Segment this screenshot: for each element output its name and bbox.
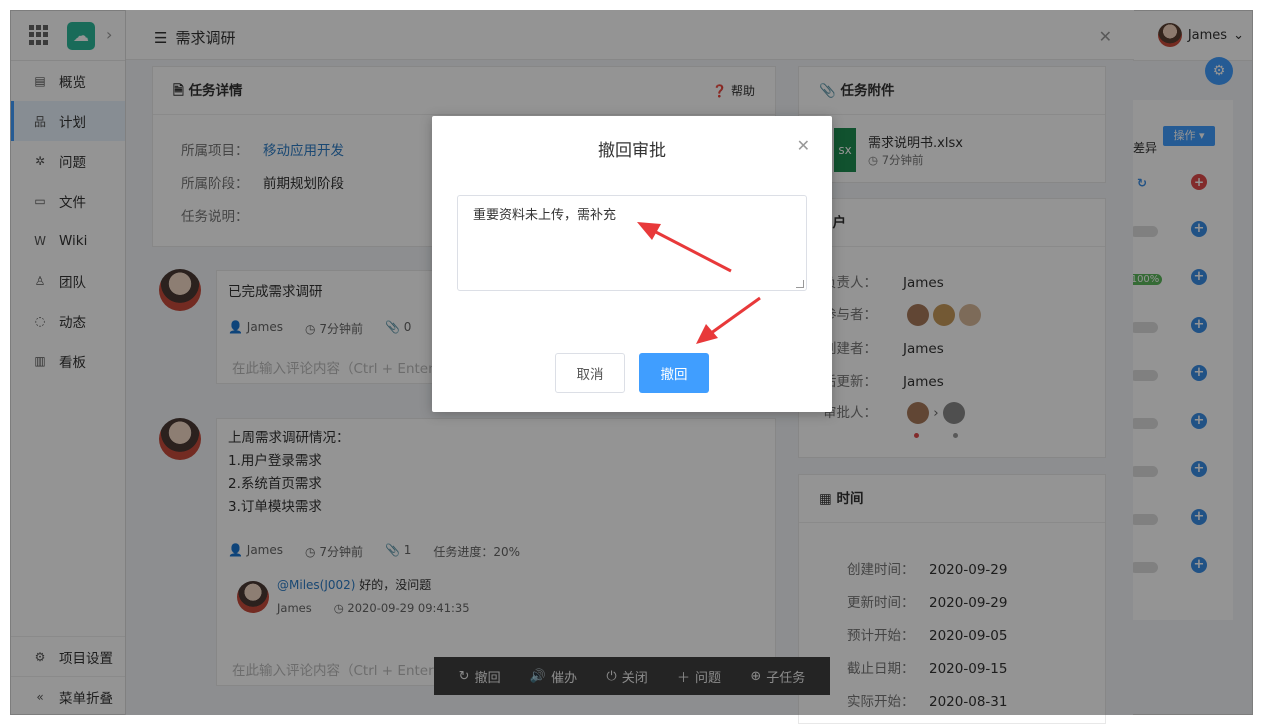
cancel-button[interactable]: 取消	[555, 353, 625, 393]
resize-handle-icon[interactable]	[796, 280, 804, 288]
withdraw-reason-input[interactable]: 重要资料未上传，需补充	[457, 195, 807, 291]
confirm-withdraw-button[interactable]: 撤回	[639, 353, 709, 393]
close-icon[interactable]: ✕	[797, 136, 810, 155]
dialog-title: 撤回审批	[598, 141, 666, 161]
withdraw-approval-dialog: 撤回审批 ✕ 重要资料未上传，需补充 取消 撤回	[432, 116, 832, 412]
